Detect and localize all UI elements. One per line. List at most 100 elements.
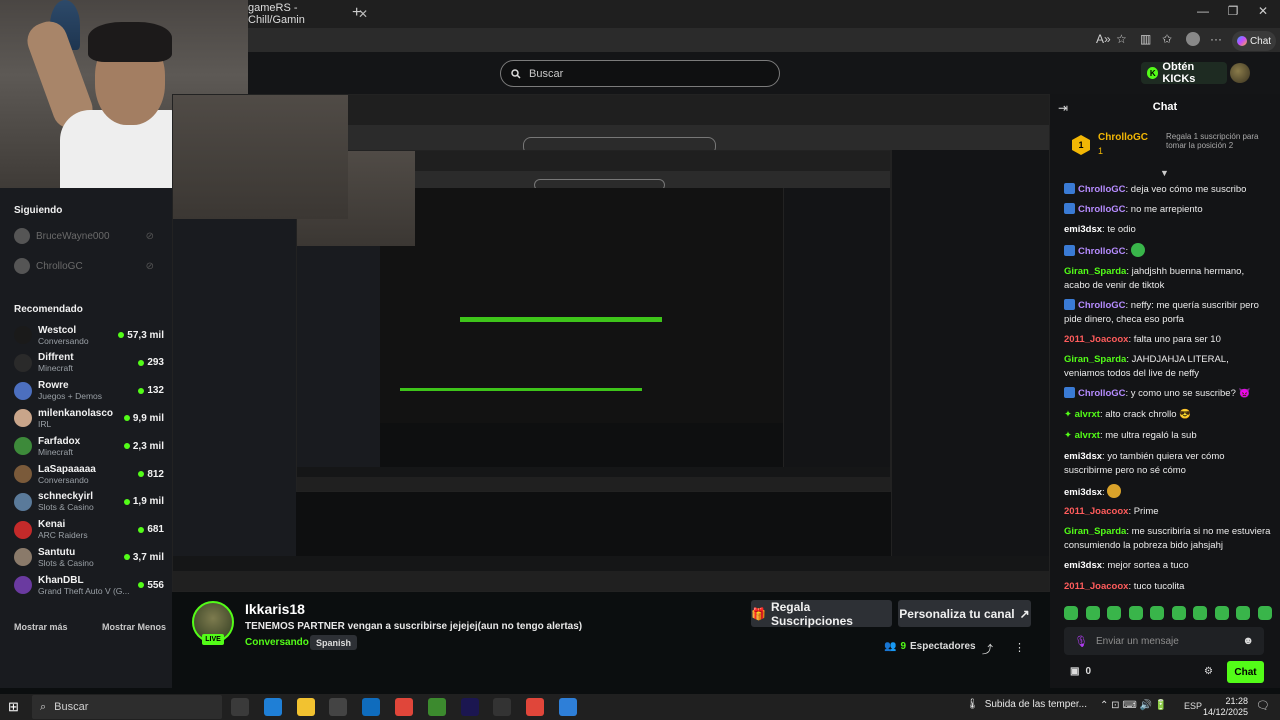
split-screen-icon[interactable]: ▥ (1140, 32, 1151, 46)
streamer-name[interactable]: Ikkaris18 (245, 601, 305, 617)
chat-username[interactable]: ChrolloGC (1078, 246, 1126, 257)
stream-category[interactable]: Conversando (245, 637, 309, 648)
chat-username[interactable]: emi3dsx (1064, 451, 1102, 462)
chat-input[interactable]: 🎙 Enviar un mensaje ☻ (1064, 627, 1264, 655)
channel-points[interactable]: ▣ 0 (1070, 666, 1091, 677)
language-indicator[interactable]: ESP (1184, 701, 1202, 711)
recommended-channel[interactable]: Westcol Conversando 57,3 mil (14, 320, 164, 350)
search-input[interactable]: Buscar (500, 60, 780, 87)
minecraft-icon[interactable] (427, 698, 446, 716)
chrome-icon[interactable] (395, 698, 413, 716)
reader-mode-icon[interactable]: A» (1096, 32, 1111, 46)
clock[interactable]: 21:28 14/12/2025 (1203, 696, 1248, 718)
customize-channel-button[interactable]: Personaliza tu canal ↗ (898, 600, 1031, 627)
language-tag[interactable]: Spanish (310, 635, 358, 650)
recommended-channel[interactable]: KhanDBL Grand Theft Auto V (G... 556 (14, 570, 164, 600)
following-item[interactable]: ChrolloGC ⊘ (14, 256, 164, 276)
quick-emote-icon[interactable] (1107, 606, 1122, 620)
app-icon[interactable] (559, 698, 577, 716)
quick-emote-icon[interactable] (1236, 606, 1251, 620)
quick-emote-icon[interactable] (1064, 606, 1078, 620)
following-item[interactable]: BruceWayne000 ⊘ (14, 226, 164, 246)
quick-emote-icon[interactable] (1171, 606, 1186, 620)
send-chat-button[interactable]: Chat (1227, 661, 1264, 683)
get-kicks-button[interactable]: K Obtén KICKs (1141, 61, 1227, 85)
chrome-2-icon[interactable] (526, 698, 545, 716)
task-view-icon[interactable] (231, 698, 249, 716)
pinned-user[interactable]: ChrolloGC (1098, 132, 1148, 143)
browser-tab[interactable]: gameRS - Chill/Gamin ✕ (248, 2, 368, 26)
more-options-icon[interactable]: ⋮ (1014, 641, 1025, 654)
show-more-link[interactable]: Mostrar más (14, 622, 68, 632)
recommended-channel[interactable]: Rowre Juegos + Demos 132 (14, 376, 164, 406)
channel-name: LaSapaaaaa (38, 463, 96, 475)
viewer-count: 3,7 mil (123, 552, 164, 563)
quick-emote-icon[interactable] (1150, 606, 1165, 620)
recommended-channel[interactable]: Diffrent Minecraft 293 (14, 348, 164, 378)
chat-username[interactable]: ChrolloGC (1078, 204, 1126, 215)
file-explorer-icon[interactable] (296, 698, 315, 716)
obs-icon[interactable] (493, 698, 512, 716)
chat-username[interactable]: 2011_Joacoox (1064, 581, 1128, 592)
chat-username[interactable]: emi3dsx (1064, 487, 1102, 498)
search-icon (511, 68, 521, 79)
chat-username[interactable]: 2011_Joacoox (1064, 334, 1128, 345)
chat-username[interactable]: alvrxt (1075, 430, 1100, 441)
edge-icon[interactable] (263, 698, 282, 716)
chat-username[interactable]: ChrolloGC (1078, 300, 1126, 311)
animate-icon[interactable] (460, 698, 479, 716)
chat-username[interactable]: emi3dsx (1064, 560, 1102, 571)
more-icon[interactable]: ··· (1210, 32, 1222, 46)
subscriber-badge-icon (1064, 387, 1075, 398)
recommended-channel[interactable]: schneckyirl Slots & Casino 1,9 mil (14, 487, 164, 517)
emoji-icon[interactable]: ☻ (1242, 635, 1254, 647)
chat-username[interactable]: ChrolloGC (1078, 388, 1126, 399)
maximize-button[interactable]: ❐ (1218, 4, 1248, 18)
quick-emote-icon[interactable] (1214, 606, 1229, 620)
weather-widget[interactable]: 🌡 Subida de las temper... (966, 699, 1087, 710)
favorite-icon[interactable]: ☆ (1116, 32, 1127, 46)
recommended-channel[interactable]: LaSapaaaaa Conversando 812 (14, 459, 164, 489)
copilot-chat-button[interactable]: Chat (1232, 31, 1276, 51)
system-tray[interactable]: ⌃ ⊡ ⌨ 🔊 🔋 (1100, 700, 1167, 711)
taskbar-search[interactable]: ⌕ Buscar (32, 695, 222, 719)
chat-username[interactable]: 2011_Joacoox (1064, 506, 1128, 517)
video-player[interactable] (172, 94, 1050, 592)
chat-username[interactable]: ChrolloGC (1078, 184, 1126, 195)
recommended-channel[interactable]: Santutu Slots & Casino 3,7 mil (14, 542, 164, 572)
calculator-icon[interactable] (329, 698, 348, 716)
collapse-chat-icon[interactable]: ⇥ (1058, 101, 1068, 115)
outlook-icon[interactable] (362, 698, 381, 716)
chat-username[interactable]: Giran_Sparda (1064, 354, 1126, 365)
chat-username[interactable]: emi3dsx (1064, 224, 1102, 235)
quick-emote-icon[interactable] (1193, 606, 1208, 620)
recommended-channel[interactable]: milenkanolasco IRL 9,9 mil (14, 403, 164, 433)
stream-title: TENEMOS PARTNER vengan a suscribirse jej… (245, 621, 583, 632)
minimize-button[interactable]: — (1188, 4, 1218, 18)
chat-username[interactable]: Giran_Sparda (1064, 266, 1126, 277)
chevron-down-icon[interactable]: ▼ (1160, 168, 1169, 178)
new-tab-button[interactable]: + (352, 4, 361, 22)
chat-username[interactable]: Giran_Sparda (1064, 526, 1126, 537)
external-link-icon: ↗ (1019, 606, 1030, 621)
chat-username[interactable]: alvrxt (1075, 409, 1100, 420)
gear-icon[interactable]: ⚙ (1204, 666, 1213, 677)
chat-text: y como uno se suscribe? 👿 (1130, 388, 1251, 399)
user-avatar[interactable] (1230, 63, 1250, 83)
gift-subs-button[interactable]: 🎁 Regala Suscripciones (751, 600, 892, 628)
recommended-channel[interactable]: Kenai ARC Raiders 681 (14, 515, 164, 545)
notification-icon[interactable]: 🗨 (1256, 699, 1270, 712)
favorites-bar-icon[interactable]: ✩ (1162, 32, 1172, 46)
profile-icon[interactable] (1186, 32, 1200, 46)
windows-start-icon[interactable]: ⊞ (8, 699, 19, 715)
close-window-button[interactable]: ✕ (1248, 4, 1278, 18)
share-icon[interactable]: ⤴ (982, 641, 993, 657)
chat-text: Prime (1133, 506, 1159, 517)
microphone-icon[interactable]: 🎙 (1074, 635, 1088, 648)
viewer-count: 👥 9 Espectadores (884, 641, 976, 652)
quick-emote-icon[interactable] (1128, 606, 1143, 620)
recommended-channel[interactable]: Farfadox Minecraft 2,3 mil (14, 431, 164, 461)
quick-emote-icon[interactable] (1257, 606, 1272, 620)
show-less-link[interactable]: Mostrar Menos (102, 622, 166, 632)
quick-emote-icon[interactable] (1085, 606, 1100, 620)
